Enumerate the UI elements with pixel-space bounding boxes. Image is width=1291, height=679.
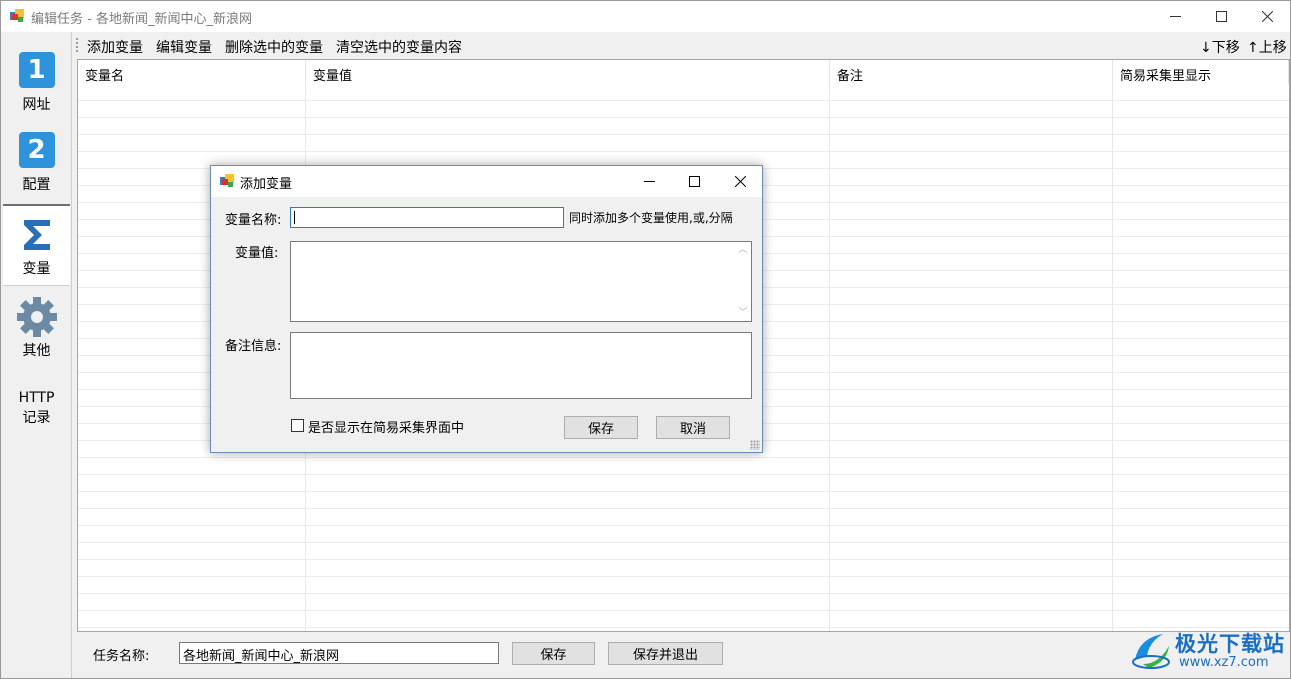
minimize-button[interactable] <box>1152 1 1198 32</box>
watermark-logo-icon <box>1132 634 1170 669</box>
maximize-button[interactable] <box>1198 1 1244 32</box>
dialog-maximize-button[interactable] <box>671 166 717 197</box>
watermark: 极光下载站 www.xz7.com <box>1129 624 1289 678</box>
show-in-simple-label[interactable]: 是否显示在简易采集界面中 <box>308 417 464 436</box>
maximize-icon <box>1215 11 1227 22</box>
column-divider <box>829 60 830 631</box>
note-label: 备注信息: <box>225 339 282 354</box>
task-name-input[interactable]: 各地新闻_新闻中心_新浪网 <box>179 642 499 664</box>
sidebar-item-other[interactable]: 其他 <box>3 296 70 360</box>
sidebar-item-config[interactable]: 2 配置 <box>3 132 70 194</box>
text-caret <box>294 211 295 224</box>
column-header-value[interactable]: 变量值 <box>306 60 830 84</box>
column-divider <box>1112 60 1113 631</box>
edit-variable-button[interactable]: 编辑变量 <box>156 37 212 57</box>
note-textarea[interactable] <box>290 332 752 399</box>
resize-grip[interactable] <box>750 440 760 450</box>
sidebar-item-label: 变量 <box>22 261 51 277</box>
column-header-note[interactable]: 备注 <box>830 60 1113 84</box>
close-icon <box>1261 11 1273 22</box>
delete-variable-button[interactable]: 删除选中的变量 <box>225 37 323 57</box>
column-header-name[interactable]: 变量名 <box>78 60 306 84</box>
clear-variable-button[interactable]: 清空选中的变量内容 <box>336 37 462 57</box>
variable-name-input[interactable] <box>290 207 564 228</box>
move-up-button[interactable]: ↑上移 <box>1247 37 1287 57</box>
number-2-icon: 2 <box>18 132 55 168</box>
toolbar: 添加变量 编辑变量 删除选中的变量 清空选中的变量内容 ↓下移 ↑上移 <box>73 32 1290 59</box>
title-bar: 编辑任务 - 各地新闻_新闻中心_新浪网 <box>1 1 1290 32</box>
sidebar-item-url[interactable]: 1 网址 <box>3 52 70 114</box>
scroll-up-icon[interactable]: ︿ <box>738 245 748 255</box>
minimize-icon <box>1169 16 1181 17</box>
sidebar-item-http-log[interactable]: HTTP 记录 <box>3 388 70 428</box>
variable-name-hint: 同时添加多个变量使用,或,分隔 <box>569 211 733 225</box>
save-exit-button[interactable]: 保存并退出 <box>608 642 723 665</box>
minimize-icon <box>643 181 655 182</box>
show-in-simple-checkbox[interactable] <box>291 419 304 432</box>
column-header-simple-display[interactable]: 简易采集里显示 <box>1113 60 1289 84</box>
variable-value-label: 变量值: <box>235 246 279 261</box>
sidebar-item-label-line1: HTTP <box>18 390 55 406</box>
number-1-icon: 1 <box>18 52 55 88</box>
add-variable-dialog: 添加变量 变量名称: 同时添加多个变量使用,或,分隔 变量值: ︿ ﹀ 备注信息… <box>210 165 763 453</box>
app-icon <box>220 174 234 187</box>
add-variable-button[interactable]: 添加变量 <box>87 37 143 57</box>
gear-icon <box>16 297 57 337</box>
table-header: 变量名 变量值 备注 简易采集里显示 <box>78 60 1289 84</box>
sidebar-item-label: 其他 <box>22 343 51 359</box>
variable-name-label: 变量名称: <box>225 213 282 228</box>
move-down-button[interactable]: ↓下移 <box>1200 37 1240 57</box>
sigma-icon <box>23 220 50 250</box>
close-icon <box>734 176 746 187</box>
dialog-save-button[interactable]: 保存 <box>564 416 638 439</box>
sidebar: 1 网址 2 配置 变量 其他 HTTP 记录 <box>1 32 72 678</box>
toolbar-grip[interactable] <box>76 38 78 54</box>
main-window: 编辑任务 - 各地新闻_新闻中心_新浪网 1 网址 2 配置 变量 其他 HTT… <box>0 0 1291 679</box>
sidebar-item-variables[interactable]: 变量 <box>3 204 70 286</box>
dialog-minimize-button[interactable] <box>626 166 672 197</box>
watermark-text: 极光下载站 <box>1175 632 1285 656</box>
variable-value-textarea[interactable]: ︿ ﹀ <box>290 241 752 322</box>
dialog-cancel-button[interactable]: 取消 <box>656 416 730 439</box>
maximize-icon <box>688 176 700 187</box>
save-button[interactable]: 保存 <box>512 642 595 665</box>
dialog-close-button[interactable] <box>717 166 763 197</box>
sidebar-item-label-line2: 记录 <box>22 410 51 426</box>
bottom-bar: 任务名称: 各地新闻_新闻中心_新浪网 保存 保存并退出 <box>73 633 1290 678</box>
task-name-label: 任务名称: <box>93 649 150 664</box>
window-title: 编辑任务 - 各地新闻_新闻中心_新浪网 <box>31 12 252 27</box>
sidebar-item-label: 网址 <box>22 97 51 113</box>
watermark-url: www.xz7.com <box>1179 655 1269 670</box>
dialog-title: 添加变量 <box>240 177 293 192</box>
sidebar-item-label: 配置 <box>22 177 51 193</box>
close-button[interactable] <box>1244 1 1290 32</box>
scroll-down-icon[interactable]: ﹀ <box>738 308 748 318</box>
dialog-title-bar: 添加变量 <box>211 166 762 197</box>
app-icon <box>10 9 24 22</box>
